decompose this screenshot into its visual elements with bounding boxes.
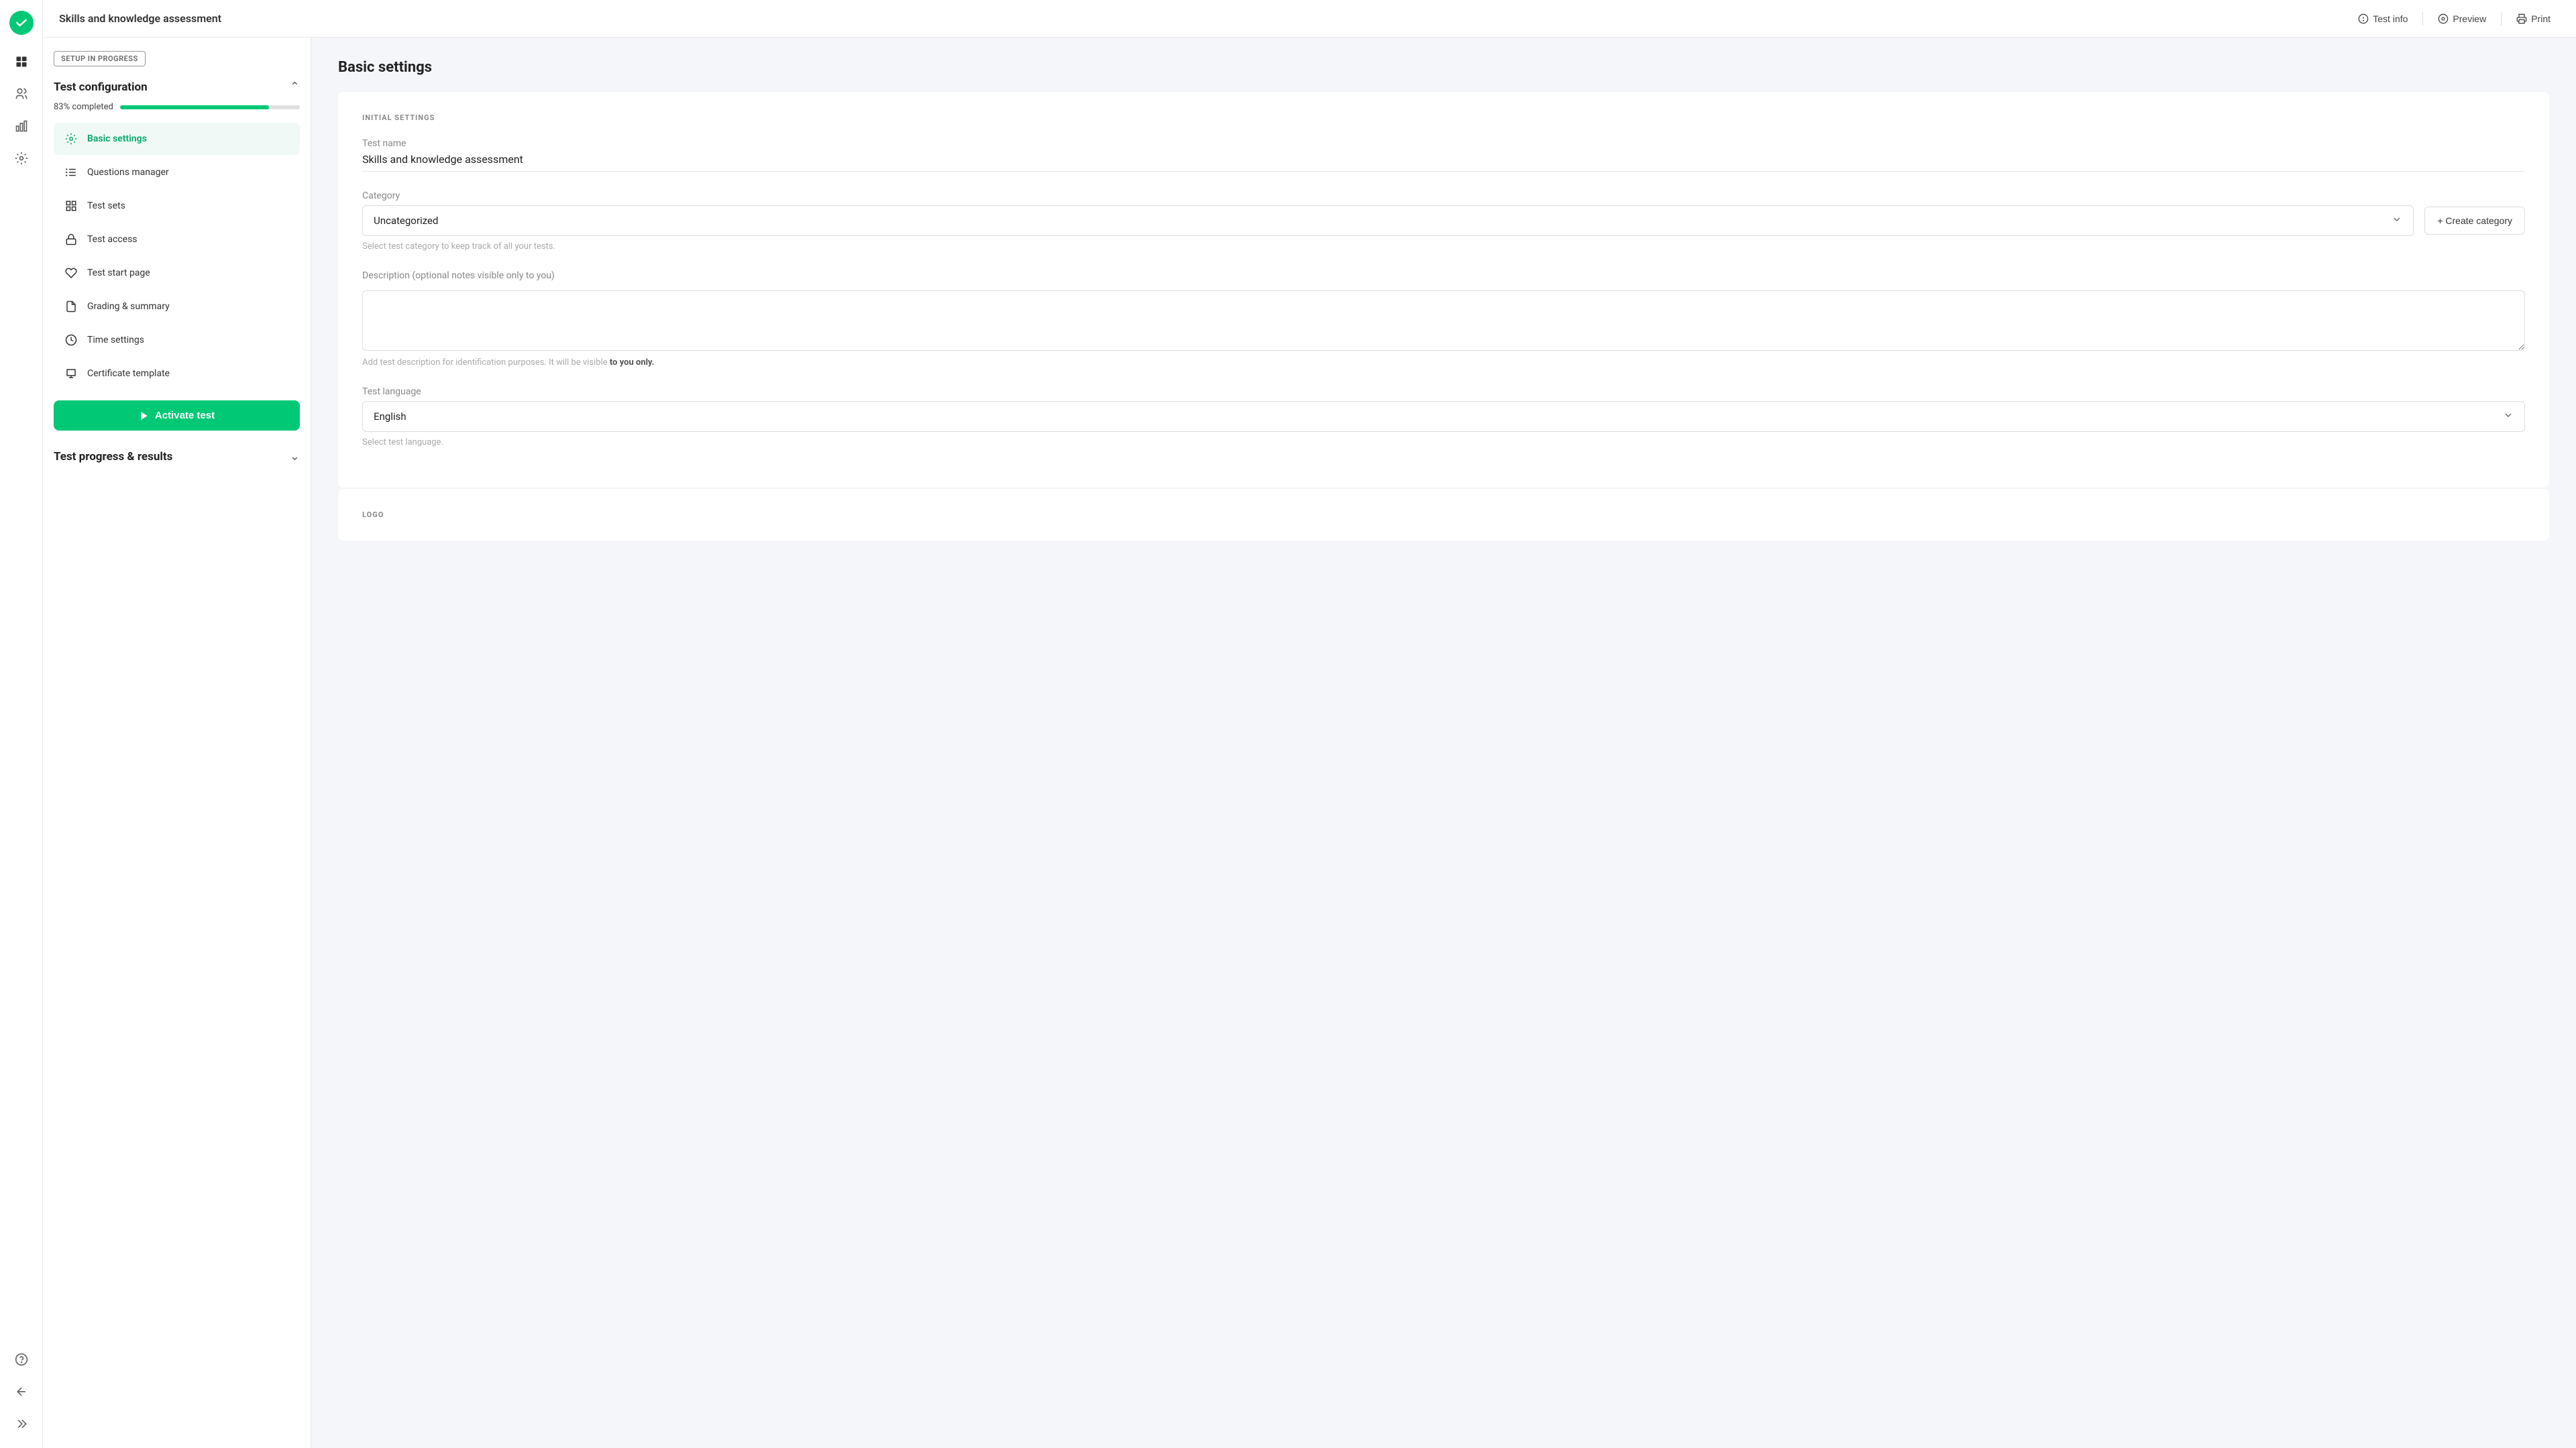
menu-item-label: Certificate template — [87, 368, 170, 379]
print-button[interactable]: Print — [2507, 8, 2560, 30]
test-progress-collapse-button[interactable] — [290, 449, 300, 463]
app-logo[interactable] — [9, 11, 34, 35]
play-icon — [139, 410, 150, 421]
section-title: Test configuration — [54, 80, 148, 94]
language-select[interactable]: English — [362, 401, 2525, 432]
test-progress-title: Test progress & results — [54, 450, 172, 463]
menu-item-label: Test sets — [87, 201, 125, 211]
sidebar-nav — [0, 0, 43, 1448]
menu-item-label: Time settings — [87, 335, 144, 345]
category-chevron-icon — [2392, 214, 2402, 227]
grading-summary-icon — [63, 298, 79, 315]
category-label: Category — [362, 190, 2525, 201]
description-group: Description (optional notes visible only… — [362, 270, 2525, 368]
test-name-group: Test name Skills and knowledge assessmen… — [362, 138, 2525, 172]
menu-item-basic-settings[interactable]: Basic settings — [54, 123, 300, 155]
progress-row: 83% completed — [54, 102, 300, 112]
top-header: Skills and knowledge assessment Test inf… — [43, 0, 2576, 38]
logo-section: LOGO — [338, 489, 2549, 541]
activate-test-button[interactable]: Activate test — [54, 400, 300, 431]
category-helper-text: Select test category to keep track of al… — [362, 241, 2525, 252]
basic-settings-icon — [63, 131, 79, 147]
language-group: Test language English Select test langua… — [362, 386, 2525, 447]
initial-settings-label: INITIAL SETTINGS — [362, 113, 2525, 122]
category-value: Uncategorized — [374, 215, 438, 227]
language-chevron-icon — [2503, 410, 2514, 423]
menu-item-label: Test start page — [87, 268, 150, 278]
initial-settings-card: INITIAL SETTINGS Test name Skills and kn… — [338, 92, 2549, 488]
logo-label: LOGO — [362, 510, 2525, 519]
nav-settings-icon[interactable] — [8, 145, 35, 172]
category-row: Uncategorized + Create category — [362, 205, 2525, 236]
section-header: Test configuration — [54, 80, 300, 94]
language-helper-text: Select test language. — [362, 437, 2525, 447]
left-panel: SETUP IN PROGRESS Test configuration 83%… — [43, 38, 311, 1448]
preview-icon — [2438, 13, 2449, 24]
setup-badge: SETUP IN PROGRESS — [54, 51, 146, 66]
preview-button[interactable]: Preview — [2428, 8, 2496, 30]
menu-item-certificate-template[interactable]: Certificate template — [54, 357, 300, 390]
nav-users-icon[interactable] — [8, 80, 35, 107]
language-label: Test language — [362, 386, 2525, 397]
section-collapse-button[interactable] — [290, 80, 300, 94]
test-name-value: Skills and knowledge assessment — [362, 153, 2525, 172]
nav-help-icon[interactable] — [8, 1346, 35, 1373]
description-textarea[interactable] — [362, 290, 2525, 351]
test-name-label: Test name — [362, 138, 2525, 149]
description-helper-text: Add test description for identification … — [362, 357, 2525, 368]
nav-collapse-icon[interactable] — [8, 1410, 35, 1437]
test-progress-header: Test progress & results — [54, 447, 300, 466]
nav-dashboard-icon[interactable] — [8, 48, 35, 75]
menu-item-test-start-page[interactable]: Test start page — [54, 257, 300, 289]
time-settings-icon — [63, 332, 79, 348]
menu-item-time-settings[interactable]: Time settings — [54, 324, 300, 356]
progress-fill — [120, 105, 270, 109]
menu-item-label: Questions manager — [87, 167, 169, 178]
progress-label: 83% completed — [54, 102, 113, 112]
page-title: Skills and knowledge assessment — [59, 12, 2349, 25]
menu-item-grading-summary[interactable]: Grading & summary — [54, 290, 300, 323]
main-content: Basic settings INITIAL SETTINGS Test nam… — [311, 38, 2576, 1448]
menu-item-test-sets[interactable]: Test sets — [54, 190, 300, 222]
main-wrapper: Skills and knowledge assessment Test inf… — [43, 0, 2576, 1448]
menu-item-label: Grading & summary — [87, 301, 170, 312]
category-select[interactable]: Uncategorized — [362, 205, 2414, 236]
test-access-icon — [63, 231, 79, 247]
nav-bottom — [8, 1346, 35, 1437]
content-section-title: Basic settings — [338, 59, 2549, 76]
content-area: SETUP IN PROGRESS Test configuration 83%… — [43, 38, 2576, 1448]
menu-item-test-access[interactable]: Test access — [54, 223, 300, 256]
test-sets-icon — [63, 198, 79, 214]
questions-manager-icon — [63, 164, 79, 180]
create-category-button[interactable]: + Create category — [2424, 207, 2525, 235]
test-info-button[interactable]: Test info — [2349, 8, 2417, 30]
progress-bar — [120, 105, 300, 109]
test-configuration-section: Test configuration 83% completed — [54, 80, 300, 431]
nav-back-icon[interactable] — [8, 1378, 35, 1405]
certificate-template-icon — [63, 366, 79, 382]
header-divider2 — [2501, 12, 2502, 25]
info-icon — [2358, 13, 2369, 24]
header-actions: Test info Preview Print — [2349, 8, 2560, 30]
test-start-page-icon — [63, 265, 79, 281]
nav-analytics-icon[interactable] — [8, 113, 35, 140]
description-label: Description (optional notes visible only… — [362, 270, 2525, 281]
menu-item-questions-manager[interactable]: Questions manager — [54, 156, 300, 188]
category-group: Category Uncategorized + Create category — [362, 190, 2525, 252]
menu-list: Basic settings Questions manager — [54, 123, 300, 390]
print-icon — [2516, 13, 2527, 24]
test-progress-section: Test progress & results — [54, 447, 300, 466]
menu-item-label: Test access — [87, 234, 138, 245]
language-value: English — [374, 410, 407, 423]
header-divider — [2422, 12, 2423, 25]
menu-item-label: Basic settings — [87, 133, 147, 144]
